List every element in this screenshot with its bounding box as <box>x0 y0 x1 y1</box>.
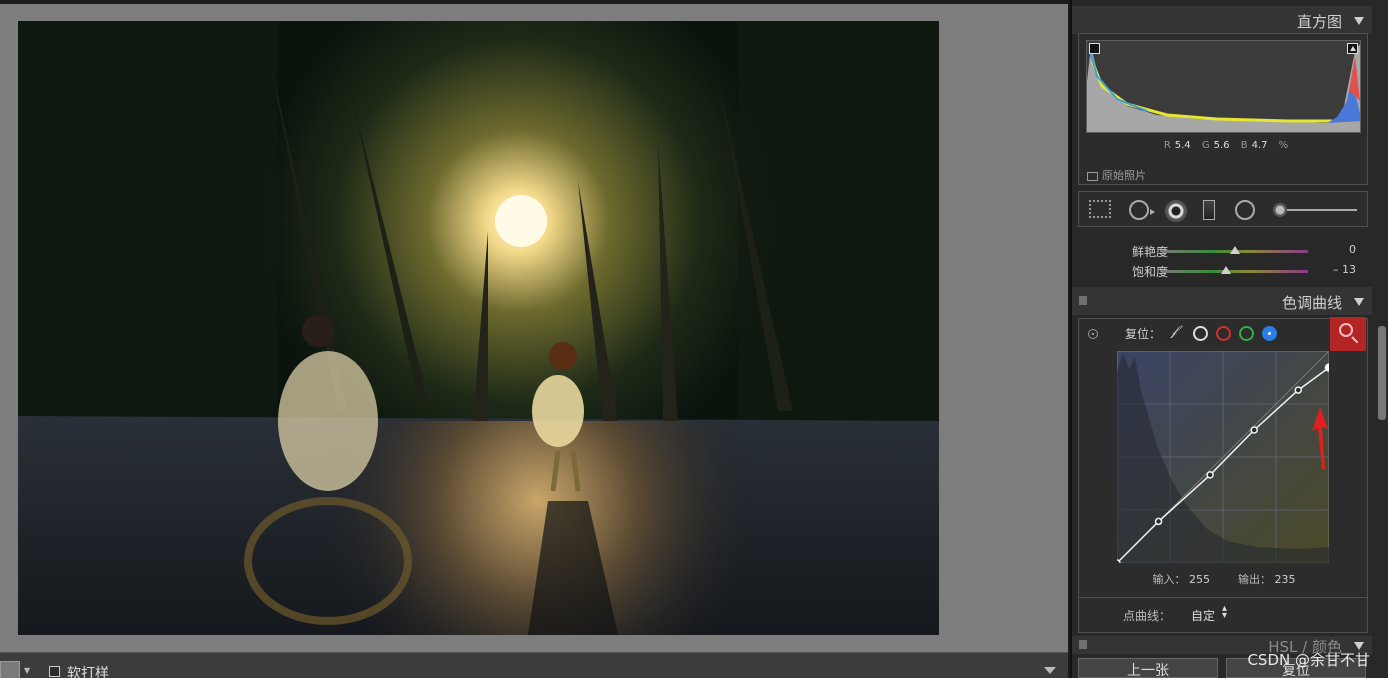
collapse-triangle-icon[interactable] <box>1354 17 1364 25</box>
original-photo-checkbox[interactable] <box>1087 171 1098 181</box>
lightroom-window: ▼ 软打样 直方图 R 5.4 G 5.6 B 4.7 % 原始照片 鲜艳度 0… <box>0 0 1388 678</box>
input-label: 输入： <box>1152 573 1186 586</box>
crop-tool-icon[interactable] <box>1089 200 1111 218</box>
point-curve-label: 点曲线： <box>1123 609 1172 623</box>
saturation-thumb[interactable] <box>1220 266 1231 274</box>
tool-strip <box>1078 191 1368 227</box>
soft-proof-checkbox[interactable] <box>49 666 60 677</box>
collapse-triangle-icon[interactable] <box>1354 298 1364 306</box>
graduated-filter-icon[interactable] <box>1203 200 1215 220</box>
radial-filter-icon[interactable] <box>1235 200 1255 220</box>
green-channel-icon[interactable] <box>1239 326 1254 341</box>
original-photo-toggle[interactable]: 原始照片 <box>1087 167 1146 183</box>
percent-unit: % <box>1278 140 1289 151</box>
targeted-adjustment-icon[interactable] <box>1088 329 1098 339</box>
vibrance-thumb[interactable] <box>1230 246 1240 254</box>
adjustment-brush-icon[interactable] <box>1273 200 1357 220</box>
tone-curve-title: 色调曲线 <box>1281 294 1342 312</box>
vibrance-value[interactable]: 0 <box>1349 243 1356 256</box>
curve-control-point[interactable] <box>1154 517 1163 526</box>
g-label: G <box>1201 140 1210 151</box>
output-value: 235 <box>1274 573 1296 586</box>
input-value: 255 <box>1189 573 1210 586</box>
annotation-arrow-icon <box>1312 407 1328 469</box>
curve-control-point[interactable] <box>1113 559 1121 567</box>
image-canvas[interactable] <box>0 4 1068 652</box>
toolbar-menu-chevron-icon[interactable] <box>1044 667 1056 674</box>
clipping-shadow-icon[interactable] <box>1089 43 1100 54</box>
rgb-readout: R 5.4 G 5.6 B 4.7 % <box>1079 140 1369 151</box>
panel-toggle-icon[interactable] <box>1079 640 1087 649</box>
red-channel-icon[interactable] <box>1216 326 1231 341</box>
curve-control-point[interactable] <box>1324 363 1334 372</box>
tone-curve-panel: 复位： 𝒻 输入： 255 输出： 235 <box>1078 317 1369 632</box>
clipping-highlight-icon[interactable] <box>1347 43 1358 54</box>
point-curve-select[interactable]: 自定 <box>1191 607 1215 624</box>
previous-button[interactable]: 上一张 <box>1078 658 1218 678</box>
soft-proof-label: 软打样 <box>67 666 109 678</box>
tone-curve-header[interactable]: 色调曲线 <box>1072 287 1372 315</box>
b-label: B <box>1240 140 1248 151</box>
updown-chevron-icon[interactable]: ▴ ▾ <box>1222 604 1227 621</box>
presence-sliders: 鲜艳度 0 饱和度 – 13 <box>1078 233 1368 285</box>
curve-input-output: 输入： 255 输出： 235 <box>1079 571 1369 587</box>
watermark: CSDN @余甘不甘 <box>1247 651 1370 669</box>
develop-right-panel: 直方图 R 5.4 G 5.6 B 4.7 % 原始照片 鲜艳度 0 饱和度 –… <box>1070 0 1388 678</box>
blue-channel-icon[interactable] <box>1262 326 1277 341</box>
bottom-toolbar: ▼ 软打样 <box>0 652 1068 678</box>
photo-preview <box>18 21 939 635</box>
r-value: 5.4 <box>1174 140 1191 151</box>
g-value: 5.6 <box>1213 140 1230 151</box>
rgb-channel-icon[interactable] <box>1193 326 1208 341</box>
view-mode-button[interactable] <box>0 661 20 678</box>
curve-control-point[interactable] <box>1250 426 1258 434</box>
panel-scrollbar[interactable] <box>1378 326 1386 420</box>
view-mode-chevron-icon[interactable]: ▼ <box>24 666 30 675</box>
curve-control-point[interactable] <box>1294 386 1302 394</box>
histogram-title: 直方图 <box>1296 13 1342 31</box>
draw-curve-pen-icon[interactable]: 𝒻 <box>1171 323 1187 339</box>
histogram-graph <box>1086 40 1361 133</box>
saturation-value[interactable]: – 13 <box>1333 263 1356 276</box>
panel-toggle-icon[interactable] <box>1079 296 1087 305</box>
saturation-slider-row: 饱和度 – 13 <box>1078 260 1368 280</box>
spot-removal-icon[interactable] <box>1129 200 1155 220</box>
tone-curve-graph[interactable] <box>1113 350 1334 567</box>
magnifier-icon[interactable] <box>1330 317 1366 351</box>
r-label: R <box>1163 140 1171 151</box>
saturation-track[interactable] <box>1162 270 1308 273</box>
histogram-header[interactable]: 直方图 <box>1072 6 1372 34</box>
b-value: 4.7 <box>1251 140 1268 151</box>
point-curve-row: 点曲线： 自定 ▴ ▾ <box>1078 597 1368 633</box>
original-photo-label: 原始照片 <box>1102 169 1146 182</box>
output-label: 输出： <box>1237 573 1271 586</box>
curve-reset-label: 复位： <box>1125 327 1162 341</box>
red-eye-icon[interactable] <box>1165 200 1187 222</box>
histogram-box: R 5.4 G 5.6 B 4.7 % 原始照片 <box>1078 33 1368 185</box>
curve-control-point[interactable] <box>1206 471 1214 479</box>
vibrance-slider-row: 鲜艳度 0 <box>1078 240 1368 260</box>
